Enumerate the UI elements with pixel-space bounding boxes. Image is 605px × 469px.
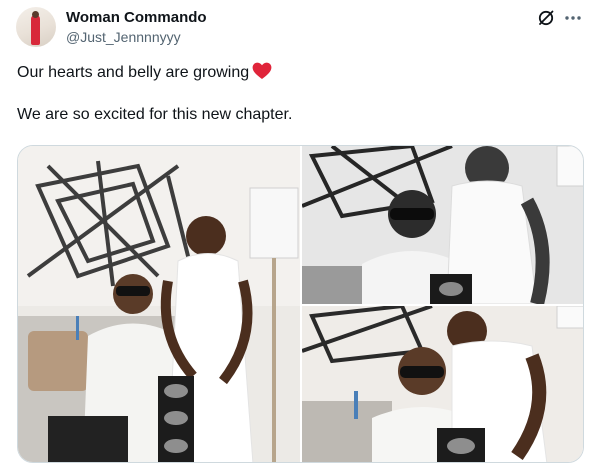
author-display-name[interactable]: Woman Commando	[66, 9, 207, 26]
tweet-text-line-1: Our hearts and belly are growing	[17, 62, 577, 84]
photo-2-image	[302, 146, 583, 304]
avatar-figure	[31, 15, 40, 45]
photo-2[interactable]	[302, 146, 583, 304]
photo-3[interactable]	[302, 306, 583, 462]
grok-icon[interactable]	[537, 9, 555, 27]
author-handle[interactable]: @Just_Jennnnyyy	[66, 29, 181, 45]
tweet-text: Our hearts and belly are growing We are …	[17, 62, 577, 126]
photo-1-image	[18, 146, 300, 462]
tweet-text-line-1-content: Our hearts and belly are growing	[17, 64, 250, 81]
more-icon[interactable]	[563, 9, 583, 27]
red-heart-icon	[252, 62, 272, 79]
avatar-head	[32, 11, 39, 18]
photo-3-image	[302, 306, 583, 462]
tweet-text-line-2: We are so excited for this new chapter.	[17, 106, 293, 123]
avatar[interactable]	[16, 7, 56, 47]
media-grid	[17, 145, 584, 463]
photo-1[interactable]	[18, 146, 300, 462]
